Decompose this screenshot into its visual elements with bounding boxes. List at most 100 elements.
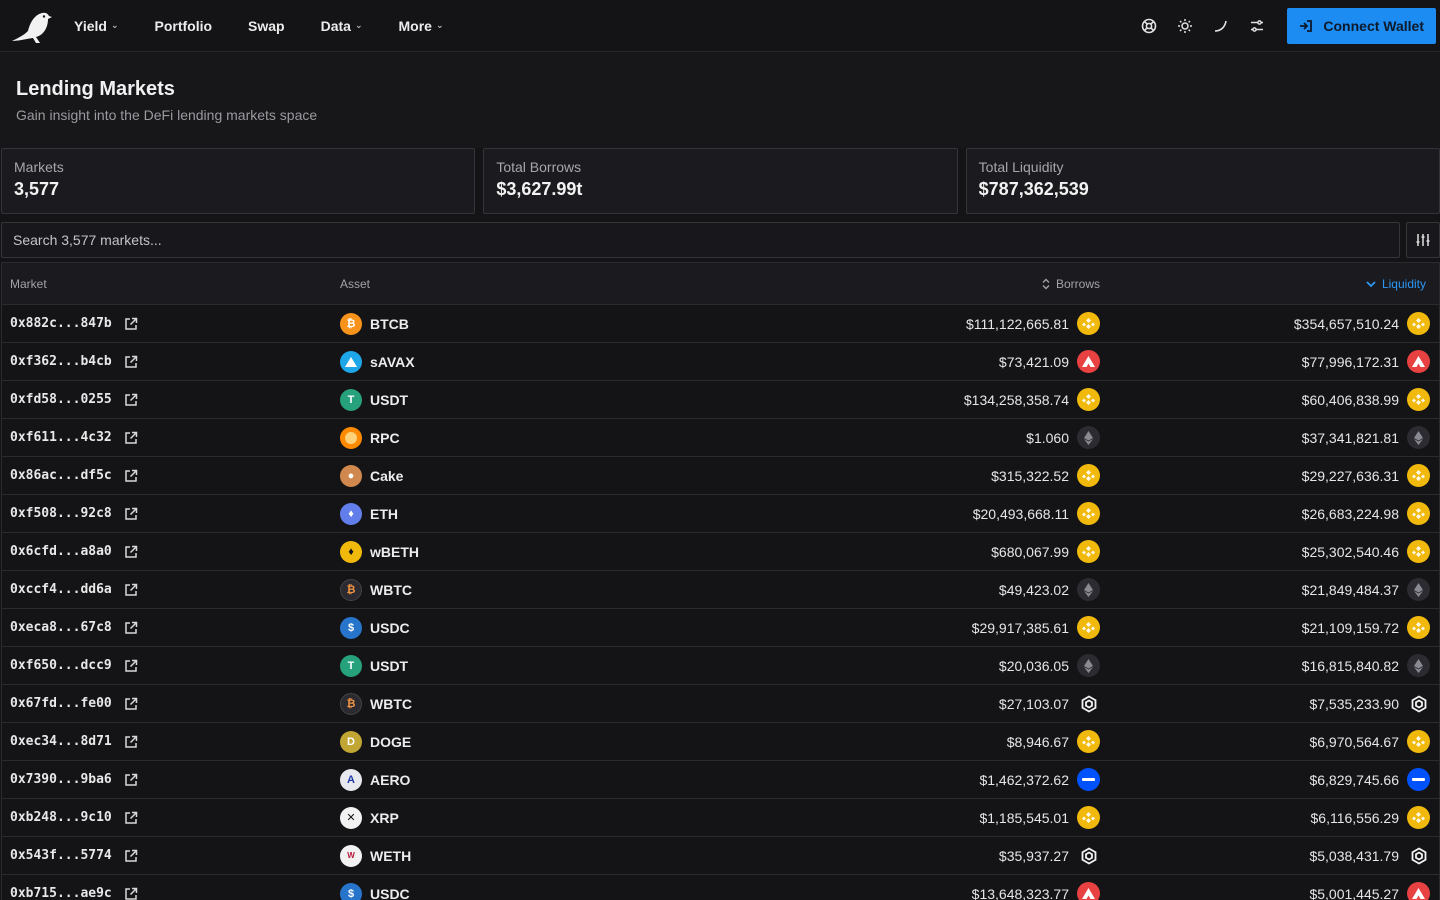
external-link-icon[interactable] xyxy=(124,317,138,331)
support-icon[interactable] xyxy=(1133,10,1165,42)
market-cell: 0xb715...ae9c xyxy=(2,886,340,900)
external-link-icon[interactable] xyxy=(124,431,138,445)
liquidity-cell: $21,109,159.72 xyxy=(1100,616,1439,639)
external-link-icon[interactable] xyxy=(124,811,138,825)
table-row[interactable]: 0x6cfd...a8a0 ♦ wBETH $680,067.99 $25,302,54… xyxy=(2,533,1439,571)
market-address[interactable]: 0x882c...847b xyxy=(10,316,112,331)
hexagon-chain-icon xyxy=(1077,692,1100,715)
table-row[interactable]: 0xf362...b4cb sAVAX $73,421.09 $77,996,172.… xyxy=(2,343,1439,381)
liquidity-cell: $25,302,540.46 xyxy=(1100,540,1439,563)
asset-symbol: AERO xyxy=(370,771,411,788)
table-row[interactable]: 0x543f...5774 W WETH $35,937.27 $5,038,431.7… xyxy=(2,837,1439,875)
table-row[interactable]: 0xb248...9c10 ✕ XRP $1,185,545.01 $6,116,556… xyxy=(2,799,1439,837)
external-link-icon[interactable] xyxy=(124,507,138,521)
external-link-icon[interactable] xyxy=(124,469,138,483)
market-address[interactable]: 0xb248...9c10 xyxy=(10,810,112,825)
external-link-icon[interactable] xyxy=(124,393,138,407)
table-row[interactable]: 0x7390...9ba6 A AERO $1,462,372.62 $6,829,74… xyxy=(2,761,1439,799)
market-address[interactable]: 0x7390...9ba6 xyxy=(10,772,112,787)
external-link-icon[interactable] xyxy=(124,773,138,787)
external-link-icon[interactable] xyxy=(124,659,138,673)
external-link-icon[interactable] xyxy=(124,697,138,711)
asset-symbol: USDT xyxy=(370,657,409,674)
main-nav: Yield ⌄ Portfolio Swap Data ⌄ More ⌄ xyxy=(74,18,480,34)
market-address[interactable]: 0xf362...b4cb xyxy=(10,354,112,369)
asset-symbol: DOGE xyxy=(370,733,412,750)
chevron-down-icon: ⌄ xyxy=(354,20,363,30)
table-row[interactable]: 0xb715...ae9c $ USDC $13,648,323.77 $5,001,4… xyxy=(2,875,1439,900)
market-address[interactable]: 0x543f...5774 xyxy=(10,848,112,863)
sun-icon[interactable] xyxy=(1169,10,1201,42)
table-row[interactable]: 0xeca8...67c8 $ USDC $29,917,385.61 $21,109,… xyxy=(2,609,1439,647)
asset-cell: RPC xyxy=(340,426,760,449)
nav-more[interactable]: More ⌄ xyxy=(399,18,444,34)
external-link-icon[interactable] xyxy=(124,355,138,369)
borrows-cell: $111,122,665.81 xyxy=(760,312,1100,335)
table-row[interactable]: 0x67fd...fe00 ₿ WBTC $27,103.07 $7,535,233.9… xyxy=(2,685,1439,723)
table-row[interactable]: 0xec34...8d71 D DOGE $8,946.67 $6,970,564.67 xyxy=(2,723,1439,761)
weth-token-icon: W xyxy=(340,844,362,867)
bird-logo-icon[interactable] xyxy=(10,6,54,46)
market-address[interactable]: 0xec34...8d71 xyxy=(10,734,112,749)
header-borrows[interactable]: Borrows xyxy=(760,277,1100,291)
ethereum-chain-icon xyxy=(1407,654,1430,677)
table-row[interactable]: 0x86ac...df5c ● Cake $315,322.52 $29,227,636… xyxy=(2,457,1439,495)
liquidity-value: $60,406,838.99 xyxy=(1301,391,1399,408)
market-address[interactable]: 0xeca8...67c8 xyxy=(10,620,112,635)
header-liquidity[interactable]: Liquidity xyxy=(1100,277,1439,291)
borrows-cell: $27,103.07 xyxy=(760,692,1100,715)
bnb-chain-icon xyxy=(1077,540,1100,563)
settings-sliders-icon[interactable] xyxy=(1241,10,1273,42)
table-row[interactable]: 0x882c...847b ₿ BTCB $111,122,665.81 $354,65… xyxy=(2,305,1439,343)
market-address[interactable]: 0xf650...dcc9 xyxy=(10,658,112,673)
market-address[interactable]: 0xb715...ae9c xyxy=(10,886,112,900)
market-address[interactable]: 0x6cfd...a8a0 xyxy=(10,544,112,559)
page-title: Lending Markets xyxy=(16,78,175,100)
base-chain-icon xyxy=(1077,768,1100,791)
asset-symbol: WETH xyxy=(370,847,412,864)
table-row[interactable]: 0xccf4...dd6a ₿ WBTC $49,423.02 $21,849,484.… xyxy=(2,571,1439,609)
search-input[interactable] xyxy=(1,222,1400,258)
liquidity-value: $16,815,840.82 xyxy=(1301,657,1399,674)
external-link-icon[interactable] xyxy=(124,887,138,900)
nav-yield[interactable]: Yield ⌄ xyxy=(74,18,118,34)
external-link-icon[interactable] xyxy=(124,849,138,863)
market-address[interactable]: 0x67fd...fe00 xyxy=(10,696,112,711)
external-link-icon[interactable] xyxy=(124,735,138,749)
page-subtitle: Gain insight into the DeFi lending marke… xyxy=(16,107,318,123)
header-tools: Connect Wallet xyxy=(1133,7,1436,44)
liquidity-cell: $21,849,484.37 xyxy=(1100,578,1439,601)
bnb-chain-icon xyxy=(1077,464,1100,487)
asset-symbol: USDC xyxy=(370,619,410,636)
asset-symbol: USDC xyxy=(370,885,410,900)
table-row[interactable]: 0xfd58...0255 T USDT $134,258,358.74 $60,406… xyxy=(2,381,1439,419)
market-address[interactable]: 0xf508...92c8 xyxy=(10,506,112,521)
external-link-icon[interactable] xyxy=(124,583,138,597)
hexagon-chain-icon xyxy=(1077,844,1100,867)
table-row[interactable]: 0xf508...92c8 ♦ ETH $20,493,668.11 $26,683,2… xyxy=(2,495,1439,533)
connect-wallet-button[interactable]: Connect Wallet xyxy=(1287,7,1436,44)
market-cell: 0x67fd...fe00 xyxy=(2,696,340,711)
external-link-icon[interactable] xyxy=(124,545,138,559)
moon-icon[interactable] xyxy=(1205,10,1237,42)
market-cell: 0xeca8...67c8 xyxy=(2,620,340,635)
nav-swap[interactable]: Swap xyxy=(248,18,285,34)
liquidity-cell: $37,341,821.81 xyxy=(1100,426,1439,449)
bnb-chain-icon xyxy=(1077,616,1100,639)
nav-data[interactable]: Data ⌄ xyxy=(321,18,363,34)
stat-card-total-borrows: Total Borrows $3,627.99t xyxy=(483,148,958,214)
market-address[interactable]: 0xccf4...dd6a xyxy=(10,582,112,597)
liquidity-cell: $16,815,840.82 xyxy=(1100,654,1439,677)
nav-portfolio[interactable]: Portfolio xyxy=(154,18,212,34)
login-icon xyxy=(1300,19,1313,32)
filter-button[interactable] xyxy=(1406,222,1440,258)
market-address[interactable]: 0xfd58...0255 xyxy=(10,392,112,407)
stat-label: Total Borrows xyxy=(496,159,582,175)
market-address[interactable]: 0xf611...4c32 xyxy=(10,430,112,445)
wbeth-token-icon: ♦ xyxy=(340,540,362,563)
table-row[interactable]: 0xf650...dcc9 T USDT $20,036.05 $16,815,840.… xyxy=(2,647,1439,685)
external-link-icon[interactable] xyxy=(124,621,138,635)
table-row[interactable]: 0xf611...4c32 RPC $1.060 $37,341,821.81 xyxy=(2,419,1439,457)
liquidity-value: $29,227,636.31 xyxy=(1301,467,1399,484)
market-address[interactable]: 0x86ac...df5c xyxy=(10,468,112,483)
